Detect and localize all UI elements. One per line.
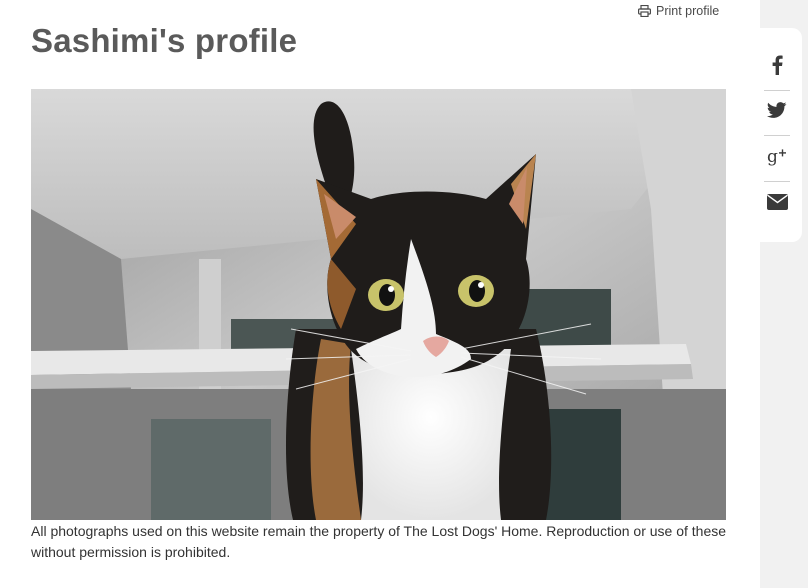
print-profile-label: Print profile (656, 4, 720, 18)
facebook-icon (771, 55, 783, 80)
profile-page: Print profile Sashimi's profile All phot… (0, 0, 808, 588)
page-title: Sashimi's profile (31, 22, 298, 59)
share-panel: g (760, 28, 802, 242)
google-plus-icon: g (767, 146, 787, 171)
google-plus-share-button[interactable]: g (764, 140, 790, 176)
facebook-share-button[interactable] (764, 49, 790, 85)
email-share-button[interactable] (764, 186, 790, 222)
email-icon (766, 193, 788, 215)
share-sidebar: g (760, 0, 808, 588)
share-divider (764, 135, 790, 136)
print-profile-link[interactable]: Print profile (638, 4, 719, 18)
share-divider (764, 181, 790, 182)
printer-icon (638, 5, 651, 17)
svg-text:g: g (767, 147, 778, 166)
twitter-share-button[interactable] (764, 95, 790, 131)
cat-photo (31, 89, 726, 520)
share-divider (764, 90, 790, 91)
photo-copyright-caption: All photographs used on this website rem… (31, 523, 727, 560)
twitter-icon (767, 102, 787, 124)
